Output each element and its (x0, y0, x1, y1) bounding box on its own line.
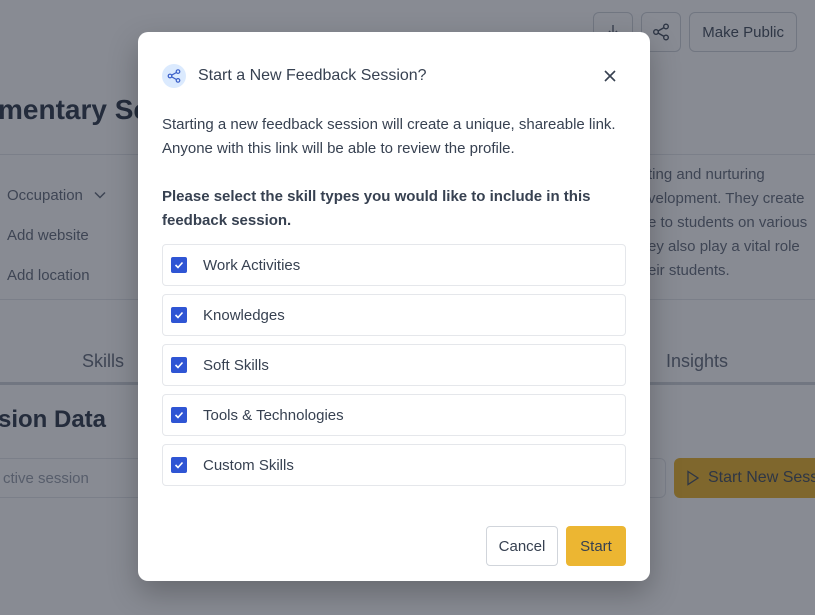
checkbox-checked[interactable] (171, 257, 187, 273)
checkbox-checked[interactable] (171, 457, 187, 473)
option-label: Tools & Technologies (203, 406, 344, 424)
checkbox-checked[interactable] (171, 307, 187, 323)
share-icon (167, 69, 181, 83)
option-knowledges[interactable]: Knowledges (162, 294, 626, 336)
close-button[interactable] (600, 66, 620, 86)
close-icon (604, 70, 616, 82)
checkbox-checked[interactable] (171, 357, 187, 373)
modal-footer: Cancel Start (486, 526, 626, 566)
option-soft-skills[interactable]: Soft Skills (162, 344, 626, 386)
skill-type-prompt: Please select the skill types you would … (162, 188, 591, 229)
checkmark-icon (174, 361, 184, 369)
start-button[interactable]: Start (566, 526, 626, 566)
option-label: Work Activities (203, 256, 301, 274)
option-work-activities[interactable]: Work Activities (162, 244, 626, 286)
checkmark-icon (174, 461, 184, 469)
checkbox-checked[interactable] (171, 407, 187, 423)
option-label: Knowledges (203, 306, 285, 324)
checkmark-icon (174, 261, 184, 269)
modal-description: Starting a new feedback session will cre… (162, 116, 616, 157)
checkmark-icon (174, 411, 184, 419)
feedback-session-modal: Start a New Feedback Session? Starting a… (138, 32, 650, 581)
option-label: Soft Skills (203, 356, 269, 374)
checkmark-icon (174, 311, 184, 319)
option-tools-technologies[interactable]: Tools & Technologies (162, 394, 626, 436)
modal-title: Start a New Feedback Session? (198, 67, 427, 84)
cancel-button[interactable]: Cancel (486, 526, 558, 566)
skill-type-options: Work Activities Knowledges Soft Skills T… (162, 244, 626, 494)
option-label: Custom Skills (203, 456, 294, 474)
share-icon-badge (162, 64, 186, 88)
modal-header: Start a New Feedback Session? (162, 64, 626, 88)
option-custom-skills[interactable]: Custom Skills (162, 444, 626, 486)
